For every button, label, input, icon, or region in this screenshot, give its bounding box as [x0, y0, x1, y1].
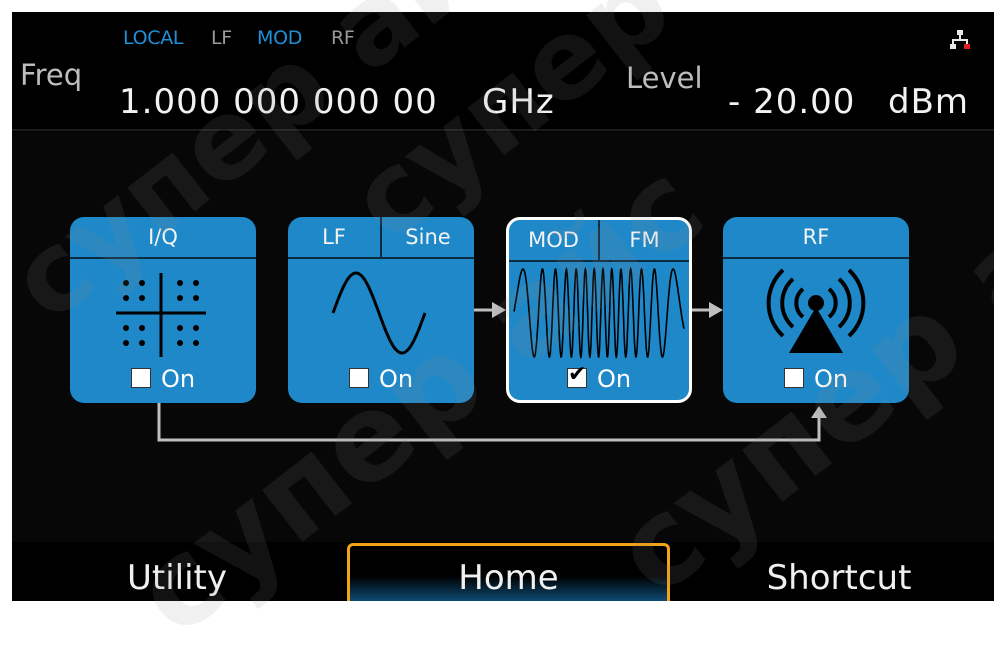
lf-block[interactable]: LF Sine On	[288, 217, 474, 403]
lf-block-waveform: Sine	[405, 225, 451, 249]
mod-checkbox[interactable]: ✔	[566, 363, 587, 388]
shortcut-softkey[interactable]: Shortcut	[734, 558, 944, 598]
constellation-icon	[116, 273, 206, 357]
lf-block-title: LF	[288, 217, 382, 257]
mod-enable[interactable]: ✔ On	[509, 363, 689, 393]
iq-checkbox[interactable]	[130, 368, 151, 388]
home-softkey-label: Home	[458, 558, 559, 598]
iq-block-title: I/Q	[148, 225, 178, 249]
lf-checkbox[interactable]	[348, 368, 369, 388]
rf-checkbox[interactable]	[783, 368, 804, 388]
utility-softkey[interactable]: Utility	[72, 558, 282, 598]
iq-on-label: On	[160, 365, 196, 393]
iq-enable[interactable]: On	[70, 365, 256, 393]
rf-on-label: On	[813, 365, 849, 393]
antenna-icon	[766, 268, 866, 353]
instrument-screen: LOCAL LF MOD RF Freq 1.000 000 000 00 GH…	[12, 12, 994, 601]
rf-block-title: RF	[802, 225, 830, 249]
mod-block-title: MOD	[509, 220, 600, 260]
iq-block[interactable]: I/Q On	[70, 217, 256, 403]
mod-block-type: FM	[629, 228, 660, 252]
fm-waveform-icon	[513, 266, 685, 360]
lf-enable[interactable]: On	[288, 365, 474, 393]
mod-on-label: On	[596, 365, 632, 393]
rf-enable[interactable]: On	[723, 365, 909, 393]
lf-on-label: On	[378, 365, 414, 393]
mod-block[interactable]: MOD FM ✔ On	[506, 217, 692, 403]
rf-block[interactable]: RF On	[723, 217, 909, 403]
sine-wave-icon	[331, 271, 427, 355]
